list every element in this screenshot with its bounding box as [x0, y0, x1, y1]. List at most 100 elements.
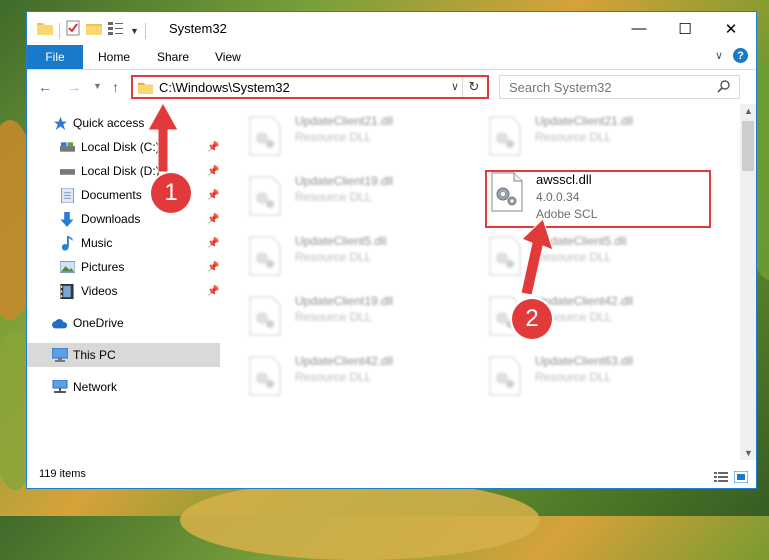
title-bar: ▼ System32 — ☐ ✕ — [27, 12, 756, 45]
sidebar-item-local-disk-d[interactable]: Local Disk (D:) 📌 — [27, 159, 220, 183]
sidebar-item-label: Documents — [81, 188, 142, 202]
new-folder-icon[interactable] — [86, 21, 102, 40]
file-type: Resource DLL — [295, 310, 372, 324]
sidebar-item-documents[interactable]: Documents 📌 — [27, 183, 220, 207]
tab-share[interactable]: Share — [157, 45, 189, 69]
view-switcher — [714, 470, 749, 488]
up-arrow-icon[interactable]: ↑ — [112, 79, 119, 95]
folder-icon[interactable] — [37, 21, 53, 40]
scroll-down-icon[interactable]: ▼ — [744, 448, 753, 458]
file-name: UpdateClient19.dll — [295, 174, 394, 188]
download-icon — [59, 211, 75, 227]
pin-icon: 📌 — [207, 261, 220, 273]
file-type: Resource DLL — [535, 130, 612, 144]
dll-file-icon — [488, 116, 522, 156]
properties-icon[interactable] — [66, 20, 80, 41]
background-foliage — [180, 480, 540, 560]
file-type: Resource DLL — [535, 370, 612, 384]
file-type: Resource DLL — [295, 250, 372, 264]
sidebar-item-music[interactable]: Music 📌 — [27, 231, 220, 255]
window-title: System32 — [169, 21, 227, 36]
file-name: UpdateClient5.dll — [535, 234, 627, 248]
toolbar-separator — [144, 22, 146, 39]
search-placeholder: Search System32 — [509, 80, 612, 95]
file-name: UpdateClient21.dll — [295, 114, 394, 128]
scrollbar-thumb[interactable] — [742, 121, 754, 171]
dll-file-icon — [248, 296, 282, 336]
step-badge-1: 1 — [151, 173, 191, 213]
search-box[interactable]: Search System32 — [499, 75, 740, 99]
file-type: Resource DLL — [535, 250, 612, 264]
file-name: UpdateClient21.dll — [535, 114, 634, 128]
sidebar-item-downloads[interactable]: Downloads 📌 — [27, 207, 220, 231]
sidebar-item-label: OneDrive — [73, 316, 124, 330]
customize-toolbar-icon[interactable]: ▼ — [130, 26, 139, 36]
vertical-scrollbar[interactable]: ▲ ▼ — [740, 104, 756, 460]
sidebar-item-label: Quick access — [73, 116, 145, 130]
maximize-button[interactable]: ☐ — [662, 12, 708, 45]
file-name: UpdateClient42.dll — [295, 354, 394, 368]
file-item[interactable]: UpdateClient21.dll Resource DLL — [460, 104, 690, 158]
sidebar-item-pictures[interactable]: Pictures 📌 — [27, 255, 220, 279]
pin-icon: 📌 — [207, 141, 220, 153]
cloud-icon — [52, 315, 68, 331]
file-item[interactable]: UpdateClient42.dll Resource DLL — [220, 344, 450, 398]
pin-icon: 📌 — [207, 213, 220, 225]
tab-view[interactable]: View — [215, 45, 241, 69]
scroll-up-icon[interactable]: ▲ — [744, 106, 753, 116]
file-name: UpdateClient63.dll — [535, 354, 634, 368]
dll-file-icon — [248, 356, 282, 396]
address-bar[interactable]: C:\Windows\System32 ∨ ↻ — [131, 75, 489, 99]
file-item[interactable]: UpdateClient5.dll Resource DLL — [460, 224, 690, 278]
sidebar-item-label: Downloads — [81, 212, 141, 226]
expand-ribbon-icon[interactable]: ∨ — [715, 49, 723, 62]
file-item[interactable]: UpdateClient19.dll Resource DLL — [220, 164, 450, 218]
quick-access-toolbar: ▼ — [37, 20, 146, 41]
sidebar-item-videos[interactable]: Videos 📌 — [27, 279, 220, 303]
file-name: UpdateClient5.dll — [295, 234, 387, 248]
close-button[interactable]: ✕ — [708, 12, 754, 45]
help-icon[interactable]: ? — [733, 48, 748, 63]
computer-icon — [52, 347, 68, 363]
address-dropdown-icon[interactable]: ∨ — [451, 80, 459, 93]
details-view-icon[interactable] — [714, 470, 728, 488]
view-options-icon[interactable] — [108, 21, 124, 40]
forward-arrow-icon[interactable]: → — [67, 79, 81, 95]
file-type: Resource DLL — [295, 370, 372, 384]
sidebar-item-label: Videos — [81, 284, 118, 298]
pin-icon: 📌 — [207, 237, 220, 249]
address-path: C:\Windows\System32 — [159, 80, 290, 95]
recent-locations-icon[interactable]: ▼ — [93, 81, 102, 91]
refresh-icon[interactable]: ↻ — [462, 77, 485, 97]
item-count: 119 items — [39, 468, 86, 480]
dll-file-icon — [248, 176, 282, 216]
videos-icon — [59, 283, 75, 299]
back-arrow-icon[interactable]: ← — [38, 79, 52, 95]
sidebar-item-this-pc[interactable]: This PC — [27, 343, 220, 367]
file-item[interactable]: UpdateClient63.dll Resource DLL — [460, 344, 690, 398]
ribbon-controls: ∨ ? — [715, 48, 748, 63]
drive-icon — [59, 163, 75, 179]
file-item[interactable]: UpdateClient19.dll Resource DLL — [220, 284, 450, 338]
network-icon — [52, 379, 68, 395]
music-icon — [59, 235, 75, 251]
file-highlight-box — [485, 170, 711, 228]
sidebar-item-network[interactable]: Network — [27, 375, 220, 399]
file-item[interactable]: UpdateClient5.dll Resource DLL — [220, 224, 450, 278]
tab-home[interactable]: Home — [98, 45, 130, 69]
sidebar-item-quick-access[interactable]: Quick access — [27, 111, 220, 135]
file-item[interactable]: UpdateClient21.dll Resource DLL — [220, 104, 450, 158]
large-icons-view-icon[interactable] — [733, 470, 749, 488]
star-icon — [52, 115, 68, 131]
sidebar-item-local-disk-c[interactable]: Local Disk (C:) 📌 — [27, 135, 220, 159]
pin-icon: 📌 — [207, 189, 220, 201]
sidebar-item-label: Network — [73, 380, 118, 394]
tab-file[interactable]: File — [27, 45, 83, 69]
minimize-button[interactable]: — — [616, 12, 662, 45]
search-icon — [717, 79, 731, 98]
file-item[interactable]: UpdateClient42.dll Resource DLL — [460, 284, 690, 338]
sidebar-item-label: Local Disk (C:) — [81, 140, 160, 154]
explorer-window: ▼ System32 — ☐ ✕ File Home Share View ∨ … — [26, 11, 757, 489]
sidebar-item-label: Pictures — [81, 260, 125, 274]
sidebar-item-onedrive[interactable]: OneDrive — [27, 311, 220, 335]
